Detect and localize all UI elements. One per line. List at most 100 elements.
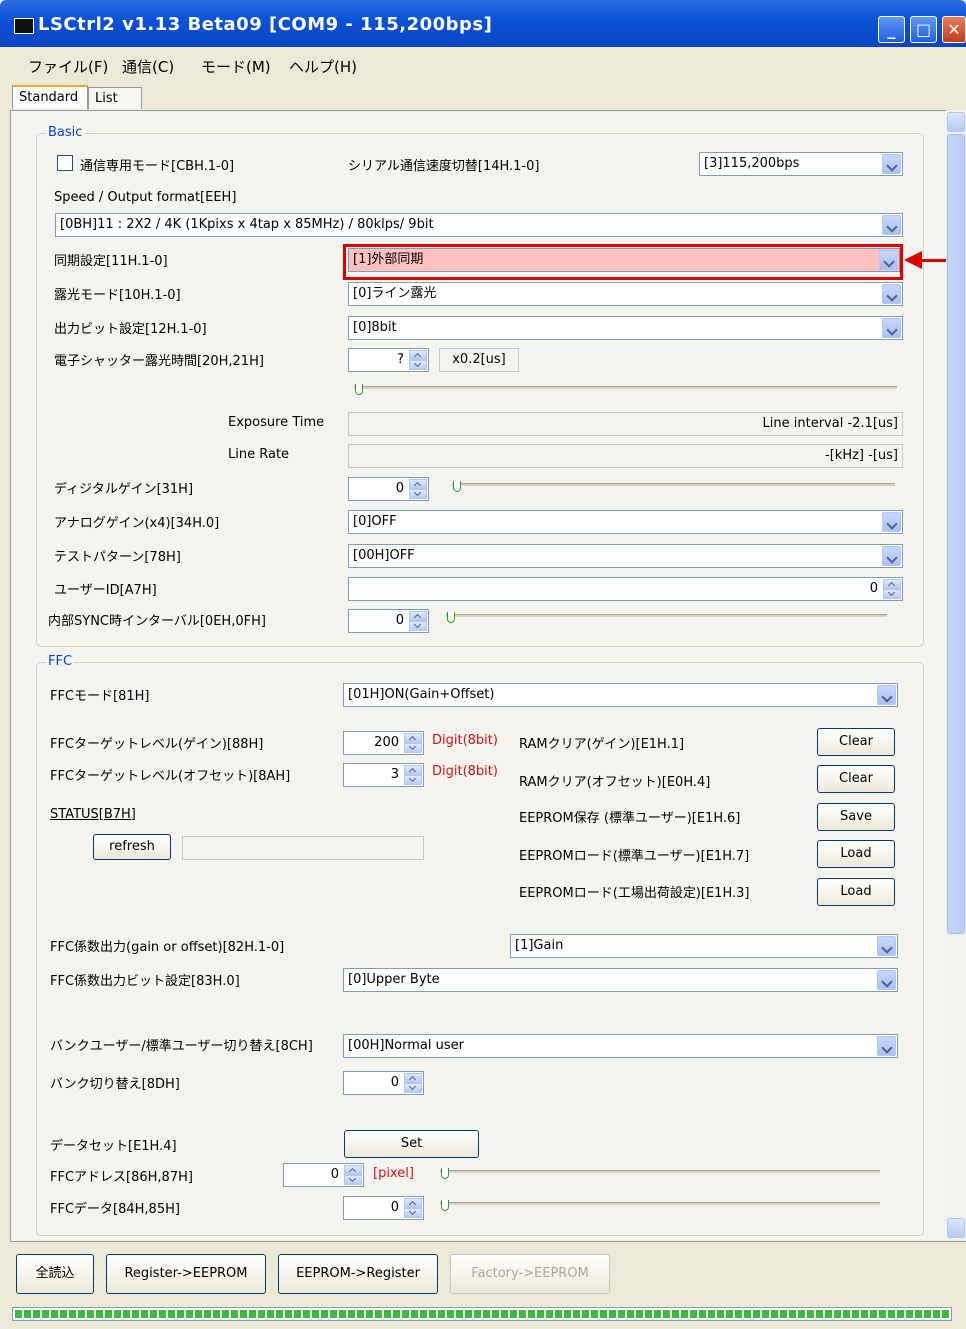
scroll-down-icon[interactable] <box>947 1218 965 1238</box>
ffc-data-slider[interactable] <box>440 1202 880 1205</box>
chevron-down-icon[interactable] <box>882 284 901 304</box>
title-bar[interactable]: LSCtrl2 v1.13 Beta09 [COM9 - 115,200bps]… <box>0 0 966 47</box>
spin-down-icon[interactable] <box>404 1083 422 1093</box>
shutter-label: 電子シャッター露光時間[20H,21H] <box>54 354 264 369</box>
eeprom-load-user-label: EEPROMロード(標準ユーザー)[E1H.7] <box>519 849 750 864</box>
sync-interval-spinner[interactable]: 0 <box>348 609 429 633</box>
chevron-down-icon[interactable] <box>877 936 896 956</box>
chevron-down-icon[interactable] <box>877 970 896 990</box>
sync-interval-slider[interactable] <box>446 614 887 617</box>
coef-output-select[interactable]: [1]Gain <box>510 934 898 958</box>
ffc-data-value: 0 <box>390 1200 399 1215</box>
window-title: LSCtrl2 v1.13 Beta09 [COM9 - 115,200bps] <box>38 14 493 35</box>
ffc-data-spinner[interactable]: 0 <box>343 1196 424 1220</box>
tab-standard[interactable]: Standard <box>12 85 88 109</box>
speed-format-value: [0BH]11 : 2X2 / 4K (1Kpixs x 4tap x 85MH… <box>60 217 434 232</box>
load-user-button[interactable]: Load <box>817 840 895 868</box>
shutter-slider-thumb[interactable] <box>355 384 363 395</box>
target-gain-spinner[interactable]: 200 <box>343 731 424 755</box>
clear-offset-button[interactable]: Clear <box>817 765 895 793</box>
chevron-down-icon[interactable] <box>882 546 901 566</box>
scroll-thumb[interactable] <box>947 134 965 934</box>
ffc-address-unit: [pixel] <box>373 1166 414 1181</box>
menu-mode[interactable]: モード(M) <box>201 56 271 77</box>
read-all-button[interactable]: 全読込 <box>16 1254 94 1294</box>
ffc-mode-label: FFCモード[81H] <box>50 689 150 704</box>
test-pattern-value: [00H]OFF <box>353 548 415 563</box>
sync-interval-slider-thumb[interactable] <box>447 612 455 623</box>
menu-help[interactable]: ヘルプ(H) <box>289 56 357 77</box>
spin-down-icon[interactable] <box>404 1208 422 1218</box>
output-bit-select[interactable]: [0]8bit <box>348 316 903 340</box>
digital-gain-spinner[interactable]: 0 <box>348 477 429 501</box>
ram-clear-offset-label: RAMクリア(オフセット)[E0H.4] <box>519 775 711 790</box>
target-offset-spinner[interactable]: 3 <box>343 763 424 787</box>
spin-up-icon[interactable] <box>883 579 901 589</box>
shutter-spinner[interactable]: ? <box>348 348 429 372</box>
register-to-eeprom-button[interactable]: Register->EEPROM <box>106 1254 266 1294</box>
line-rate-value: -[kHz] -[us] <box>825 448 898 463</box>
chevron-down-icon[interactable] <box>882 318 901 338</box>
shutter-slider[interactable] <box>354 386 897 389</box>
output-bit-label: 出力ビット設定[12H.1-0] <box>54 322 207 337</box>
ffc-address-slider-thumb[interactable] <box>441 1168 449 1179</box>
spin-down-icon[interactable] <box>344 1175 362 1185</box>
spin-up-icon[interactable] <box>404 733 422 743</box>
user-id-spinner[interactable]: 0 <box>348 577 903 601</box>
spin-up-icon[interactable] <box>404 765 422 775</box>
chevron-down-icon[interactable] <box>879 250 898 270</box>
menu-file[interactable]: ファイル(F) <box>28 56 108 77</box>
spin-up-icon[interactable] <box>409 479 427 489</box>
set-button[interactable]: Set <box>344 1130 479 1158</box>
coef-bit-select[interactable]: [0]Upper Byte <box>343 968 898 992</box>
speed-format-select[interactable]: [0BH]11 : 2X2 / 4K (1Kpixs x 4tap x 85MH… <box>55 213 903 237</box>
spin-down-icon[interactable] <box>409 489 427 499</box>
maximize-icon[interactable]: □ <box>910 16 937 43</box>
ffc-mode-select[interactable]: [01H]ON(Gain+Offset) <box>343 683 898 707</box>
ffc-address-spinner[interactable]: 0 <box>283 1163 364 1187</box>
chevron-down-icon[interactable] <box>877 1036 896 1056</box>
spin-up-icon[interactable] <box>404 1198 422 1208</box>
target-offset-unit: Digit(8bit) <box>432 764 498 779</box>
save-button[interactable]: Save <box>817 803 895 831</box>
chevron-down-icon[interactable] <box>882 215 901 235</box>
digital-gain-slider-thumb[interactable] <box>453 481 461 492</box>
analog-gain-select[interactable]: [0]OFF <box>348 510 903 534</box>
digital-gain-slider[interactable] <box>452 483 895 486</box>
exposure-mode-select[interactable]: [0]ライン露光 <box>348 282 903 306</box>
eeprom-to-register-button[interactable]: EEPROM->Register <box>278 1254 438 1294</box>
load-factory-button[interactable]: Load <box>817 878 895 906</box>
chevron-down-icon[interactable] <box>882 512 901 532</box>
spin-down-icon[interactable] <box>409 621 427 631</box>
comm-mode-checkbox[interactable] <box>57 155 73 171</box>
serial-speed-select[interactable]: [3]115,200bps <box>699 152 903 176</box>
bank-switch-spinner[interactable]: 0 <box>343 1071 424 1095</box>
user-id-label: ユーザーID[A7H] <box>54 583 157 598</box>
spin-up-icon[interactable] <box>409 350 427 360</box>
spin-down-icon[interactable] <box>404 775 422 785</box>
spin-up-icon[interactable] <box>404 1073 422 1083</box>
vertical-scrollbar[interactable] <box>946 110 966 1240</box>
chevron-down-icon[interactable] <box>877 685 896 705</box>
sync-select[interactable]: [1]外部同期 <box>348 248 900 272</box>
ffc-data-slider-thumb[interactable] <box>441 1200 449 1211</box>
spin-down-icon[interactable] <box>883 589 901 599</box>
tab-list[interactable]: List <box>88 87 142 109</box>
spin-up-icon[interactable] <box>409 611 427 621</box>
data-set-label: データセット[E1H.4] <box>50 1139 177 1154</box>
close-icon[interactable]: ✕ <box>942 16 966 43</box>
menu-comm[interactable]: 通信(C) <box>122 56 174 77</box>
refresh-button[interactable]: refresh <box>93 834 171 860</box>
minimize-icon[interactable]: _ <box>878 16 905 43</box>
bank-user-select[interactable]: [00H]Normal user <box>343 1034 898 1058</box>
test-pattern-select[interactable]: [00H]OFF <box>348 544 903 568</box>
shutter-unit: x0.2[us] <box>452 352 506 367</box>
spin-up-icon[interactable] <box>344 1165 362 1175</box>
scroll-up-icon[interactable] <box>947 112 965 132</box>
spin-down-icon[interactable] <box>409 360 427 370</box>
clear-gain-button[interactable]: Clear <box>817 728 895 756</box>
spin-down-icon[interactable] <box>404 743 422 753</box>
status-label: STATUS[B7H] <box>50 807 136 822</box>
ffc-address-slider[interactable] <box>440 1170 880 1173</box>
chevron-down-icon[interactable] <box>882 154 901 174</box>
